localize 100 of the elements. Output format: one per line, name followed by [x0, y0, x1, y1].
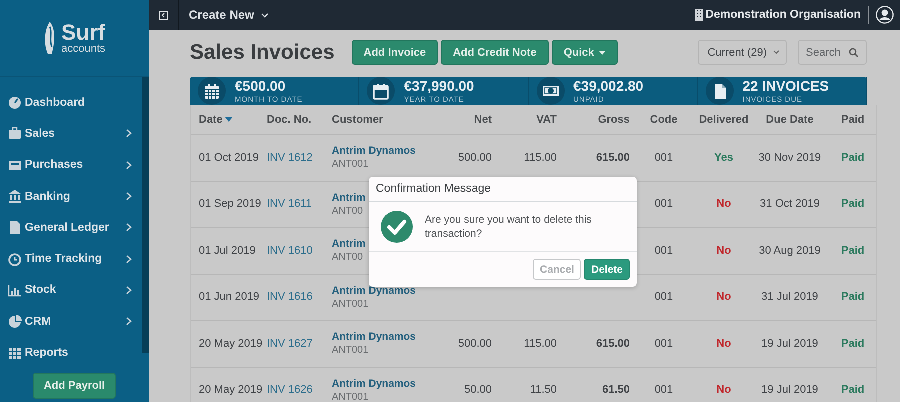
- nav-item[interactable]: Dashboard: [0, 87, 142, 118]
- vat-cell: 115.00: [524, 152, 557, 164]
- document-link[interactable]: INV 1611: [267, 198, 332, 210]
- column-header[interactable]: Paid: [841, 114, 865, 126]
- code-cell: 001: [654, 244, 674, 257]
- due-date-cell: 19 Jul 2019: [762, 384, 818, 396]
- nav-icon: [8, 220, 22, 236]
- code-cell: 001: [654, 198, 674, 210]
- nav-icon: [8, 126, 22, 142]
- code-cell: 001: [654, 291, 674, 304]
- due-date-cell: 30 Aug 2019: [759, 244, 821, 257]
- search-field[interactable]: Search: [798, 40, 867, 65]
- date-cell-text: 01 Sep 2019: [199, 198, 262, 210]
- nav-icon: [8, 189, 22, 204]
- gross-cell: 615.00: [596, 338, 630, 350]
- account-code: ANT001: [332, 298, 370, 310]
- chevron-down-icon: [261, 12, 270, 18]
- calendar-grid-icon: [203, 82, 221, 100]
- chevron-icon: [126, 160, 132, 170]
- due-date-cell: 31 Jul 2019: [762, 291, 818, 304]
- delete-button[interactable]: Delete: [584, 259, 630, 280]
- collapse-sidebar-icon[interactable]: [159, 10, 168, 20]
- paid-status: Paid: [841, 291, 865, 304]
- dialog-title: Confirmation Message: [376, 183, 492, 195]
- user-avatar-icon[interactable]: [876, 6, 894, 24]
- document-link[interactable]: INV 1626: [267, 384, 332, 396]
- due-date-cell: 19 Jul 2019: [762, 338, 818, 350]
- nav-item[interactable]: Purchases: [0, 150, 142, 181]
- date-cell-text: 01 Oct 2019: [199, 152, 260, 164]
- delivered-status: Yes: [714, 152, 734, 164]
- delivered-status: No: [716, 338, 732, 350]
- chevron-icon: [126, 254, 132, 264]
- dialog-message: Are you sure you want to delete this transaction?: [425, 212, 593, 240]
- stat-value: €37,990.00: [404, 78, 474, 95]
- code-cell: 001: [654, 152, 674, 164]
- chevron-icon: [126, 317, 132, 326]
- gross-cell: 61.50: [602, 384, 630, 396]
- nav-icon: [8, 314, 22, 330]
- nav-icon: [8, 346, 22, 361]
- account-code: ANT001: [332, 392, 370, 402]
- building-icon: [694, 9, 703, 21]
- delivered-status: No: [716, 198, 732, 210]
- document-link[interactable]: INV 1612: [267, 152, 332, 164]
- action-button[interactable]: Add Credit Note: [441, 40, 549, 65]
- paid-status: Paid: [841, 198, 865, 210]
- stat-value: €39,002.80: [574, 78, 644, 95]
- quick-menu-button[interactable]: Quick: [552, 40, 618, 65]
- code-cell: 001: [654, 338, 674, 350]
- net-cell: 500.00: [458, 338, 492, 350]
- nav-item[interactable]: Sales: [0, 118, 142, 150]
- vat-cell: 11.50: [530, 384, 557, 396]
- action-button[interactable]: Add Invoice: [352, 40, 438, 65]
- column-header[interactable]: VAT: [536, 114, 557, 126]
- stat-value: 22 INVOICES: [742, 78, 830, 95]
- column-header[interactable]: Due Date: [766, 114, 814, 126]
- document-link[interactable]: INV 1627: [267, 338, 332, 350]
- chevron-icon: [126, 286, 132, 295]
- chevron-icon: [126, 223, 132, 232]
- net-cell: 500.00: [458, 152, 492, 164]
- document-link[interactable]: INV 1616: [267, 291, 332, 304]
- nav-item[interactable]: CRM: [0, 306, 142, 338]
- account-code: ANT00: [332, 206, 364, 217]
- document-link[interactable]: INV 1610: [267, 244, 332, 257]
- stat-value: €500.00: [235, 78, 287, 95]
- column-header[interactable]: Code: [650, 114, 678, 126]
- nav-item[interactable]: Stock: [0, 274, 142, 306]
- account-code: ANT001: [332, 159, 370, 170]
- surfboard-icon: [43, 21, 58, 55]
- column-header[interactable]: Customer: [332, 114, 384, 126]
- organisation-name[interactable]: Demonstration Organisation: [706, 9, 861, 21]
- customer-link[interactable]: Antrim Dynamos: [332, 284, 442, 297]
- date-cell-text: 20 May 2019: [199, 338, 264, 350]
- create-new-menu[interactable]: Create New: [189, 8, 270, 22]
- column-header[interactable]: Date: [199, 114, 223, 126]
- column-header[interactable]: Gross: [598, 114, 630, 126]
- filter-dropdown[interactable]: Current (29): [698, 40, 787, 65]
- caret-icon: [599, 50, 606, 54]
- chevron-icon: [126, 192, 132, 202]
- column-header[interactable]: Net: [474, 114, 492, 126]
- column-header[interactable]: Delivered: [699, 114, 749, 126]
- nav-icon: [8, 252, 22, 267]
- add-payroll-button[interactable]: Add Payroll: [32, 372, 116, 399]
- gross-cell: 615.00: [596, 152, 630, 164]
- account-code: ANT00: [332, 252, 364, 264]
- check-circle-icon: [381, 210, 413, 242]
- due-date-cell: 30 Nov 2019: [758, 152, 822, 164]
- nav-item[interactable]: Time Tracking: [0, 243, 142, 275]
- nav-item[interactable]: General Ledger: [0, 212, 142, 244]
- nav-icon: [8, 95, 22, 110]
- logo-name: Surf: [61, 22, 106, 44]
- customer-link[interactable]: Antrim Dynamos: [332, 145, 442, 158]
- sort-caret-icon[interactable]: [224, 117, 233, 122]
- paid-status: Paid: [841, 152, 865, 164]
- column-header[interactable]: Doc. No.: [267, 114, 312, 126]
- customer-link[interactable]: Antrim Dynamos: [332, 331, 442, 344]
- nav-item[interactable]: Reports: [0, 337, 142, 369]
- customer-link[interactable]: Antrim Dynamos: [332, 378, 442, 390]
- nav-item[interactable]: Banking: [0, 180, 142, 212]
- scrollbar[interactable]: [142, 77, 149, 353]
- nav-icon: [8, 282, 22, 298]
